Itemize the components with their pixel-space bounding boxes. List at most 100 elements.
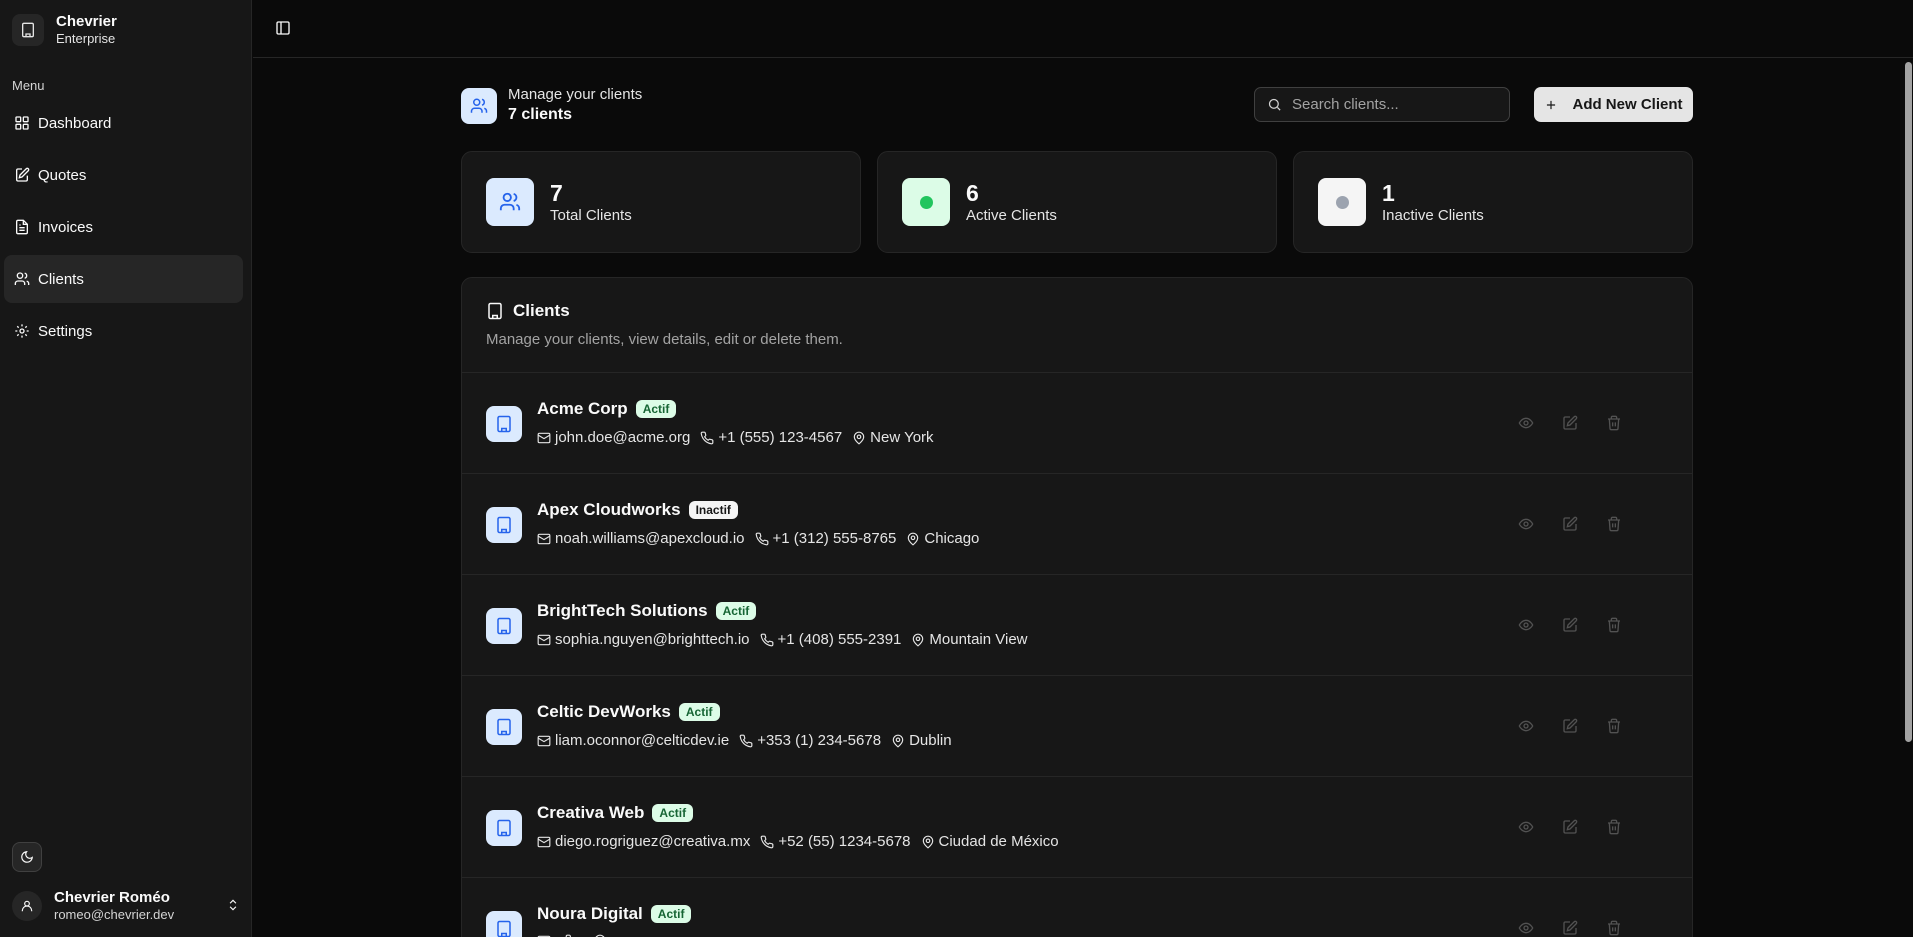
client-city: New York: [870, 429, 934, 446]
client-city: Mountain View: [929, 631, 1028, 648]
scrollbar[interactable]: [1904, 58, 1913, 937]
client-row[interactable]: Acme Corp Actif john.doe@acme.org +1 (55…: [462, 373, 1692, 474]
client-location-group: Dublin: [891, 732, 952, 749]
client-name: Apex Cloudworks: [537, 500, 681, 519]
client-email: sophia.nguyen@brighttech.io: [555, 631, 750, 648]
user-icon: [12, 891, 42, 921]
client-row[interactable]: Noura Digital Actif: [462, 878, 1692, 937]
client-phone-group: +1 (555) 123-4567: [700, 429, 842, 446]
sidebar-item-label: Quotes: [38, 166, 87, 184]
building-icon: [486, 302, 504, 320]
stats-row: 7 Total Clients 6 Active Clients 1 Inact…: [461, 151, 1693, 253]
search-input[interactable]: [1292, 96, 1492, 113]
building-icon: [486, 810, 522, 846]
sidebar-toggle-icon[interactable]: [275, 20, 291, 36]
client-email: liam.oconnor@celticdev.ie: [555, 732, 730, 749]
client-email: diego.rogriguez@creativa.mx: [555, 833, 751, 850]
client-email-group: liam.oconnor@celticdev.ie: [537, 732, 729, 749]
map-pin-icon: [911, 633, 925, 647]
building-icon: [486, 507, 522, 543]
mail-icon: [537, 633, 551, 647]
row-actions: [1518, 617, 1622, 633]
phone-icon: [700, 431, 714, 445]
file-text-icon: [14, 219, 30, 235]
client-meta: sophia.nguyen@brighttech.io +1 (408) 555…: [537, 631, 1028, 648]
brand[interactable]: Chevrier Enterprise: [12, 13, 117, 47]
client-name: Creativa Web: [537, 803, 645, 822]
delete-icon[interactable]: [1606, 516, 1622, 532]
sidebar-item-invoices[interactable]: Invoices: [4, 203, 243, 251]
grid-icon: [14, 115, 30, 131]
client-phone-group: +1 (312) 555-8765: [755, 530, 896, 547]
client-location-group: Ciudad de México: [921, 833, 1059, 850]
status-badge: Actif: [678, 703, 720, 721]
active-dot-icon: [902, 178, 950, 226]
building-icon: [486, 608, 522, 644]
client-row[interactable]: Creativa Web Actif diego.rogriguez@creat…: [462, 777, 1692, 878]
building-icon: [486, 709, 522, 745]
inactive-dot-icon: [1318, 178, 1366, 226]
view-icon[interactable]: [1518, 819, 1534, 835]
status-badge: Actif: [652, 804, 694, 822]
gear-icon: [14, 323, 30, 339]
client-meta: noah.williams@apexcloud.io +1 (312) 555-…: [537, 530, 979, 547]
menu-label: Menu: [12, 78, 45, 93]
clients-card-header: Clients Manage your clients, view detail…: [462, 278, 1692, 373]
brand-name: Chevrier: [56, 13, 117, 30]
main-content: Manage your clients 7 clients Add New Cl…: [253, 59, 1904, 937]
scroll-thumb[interactable]: [1905, 62, 1912, 742]
stat-label: Active Clients: [966, 207, 1057, 224]
delete-icon[interactable]: [1606, 920, 1622, 936]
view-icon[interactable]: [1518, 516, 1534, 532]
client-phone: +1 (555) 123-4567: [718, 429, 843, 446]
search-box[interactable]: [1254, 87, 1510, 122]
view-icon[interactable]: [1518, 718, 1534, 734]
sidebar-item-label: Invoices: [38, 218, 94, 236]
edit-icon[interactable]: [1562, 920, 1578, 936]
add-client-button[interactable]: Add New Client: [1534, 87, 1693, 122]
edit-icon[interactable]: [1562, 415, 1578, 431]
client-email: noah.williams@apexcloud.io: [555, 530, 745, 547]
sidebar-item-label: Dashboard: [38, 114, 112, 132]
edit-icon[interactable]: [1562, 718, 1578, 734]
user-menu[interactable]: Chevrier Roméo romeo@chevrier.dev: [12, 886, 240, 926]
delete-icon[interactable]: [1606, 415, 1622, 431]
row-actions: [1518, 718, 1622, 734]
theme-toggle-button[interactable]: [12, 842, 42, 872]
clients-card: Clients Manage your clients, view detail…: [461, 277, 1693, 937]
client-name: Noura Digital: [537, 904, 643, 923]
edit-icon[interactable]: [1562, 819, 1578, 835]
user-email: romeo@chevrier.dev: [54, 907, 175, 922]
phone-icon: [739, 734, 753, 748]
mail-icon: [537, 532, 551, 546]
sidebar-item-clients[interactable]: Clients: [4, 255, 243, 303]
building-icon: [486, 406, 522, 442]
map-pin-icon: [852, 431, 866, 445]
view-icon[interactable]: [1518, 617, 1534, 633]
users-icon: [461, 88, 497, 124]
edit-icon[interactable]: [1562, 617, 1578, 633]
edit-icon[interactable]: [1562, 516, 1578, 532]
client-email-group: noah.williams@apexcloud.io: [537, 530, 745, 547]
stat-value: 7: [550, 180, 563, 206]
client-phone-group: +353 (1) 234-5678: [739, 732, 881, 749]
status-badge: Actif: [650, 905, 692, 923]
client-row[interactable]: BrightTech Solutions Actif sophia.nguyen…: [462, 575, 1692, 676]
status-badge: Inactif: [688, 501, 738, 519]
client-row[interactable]: Celtic DevWorks Actif liam.oconnor@celti…: [462, 676, 1692, 777]
delete-icon[interactable]: [1606, 617, 1622, 633]
sidebar-item-dashboard[interactable]: Dashboard: [4, 99, 243, 147]
sidebar-item-quotes[interactable]: Quotes: [4, 151, 243, 199]
view-icon[interactable]: [1518, 920, 1534, 936]
brand-subtitle: Enterprise: [56, 31, 116, 46]
page-title: 7 clients: [508, 106, 573, 123]
client-city: Chicago: [924, 530, 980, 547]
phone-icon: [760, 835, 774, 849]
delete-icon[interactable]: [1606, 819, 1622, 835]
client-meta: liam.oconnor@celticdev.ie +353 (1) 234-5…: [537, 732, 952, 749]
map-pin-icon: [906, 532, 920, 546]
view-icon[interactable]: [1518, 415, 1534, 431]
sidebar-item-settings[interactable]: Settings: [4, 307, 243, 355]
client-row[interactable]: Apex Cloudworks Inactif noah.williams@ap…: [462, 474, 1692, 575]
delete-icon[interactable]: [1606, 718, 1622, 734]
